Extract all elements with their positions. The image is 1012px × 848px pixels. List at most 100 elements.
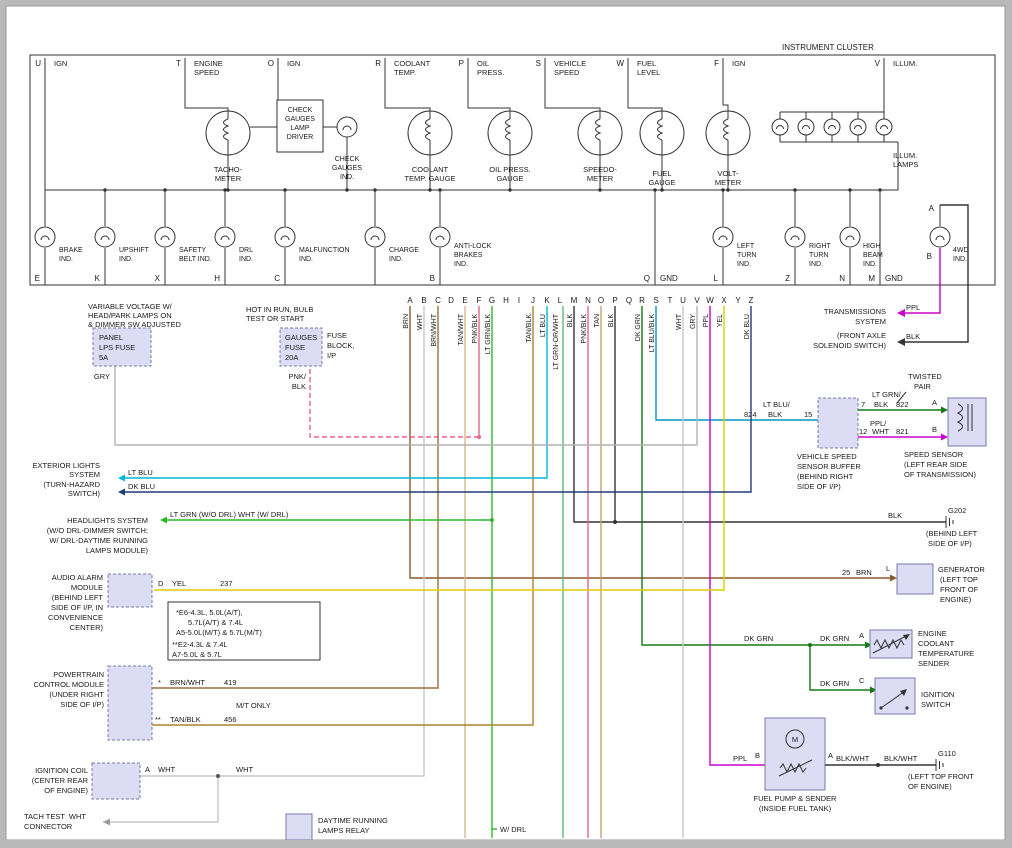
indicator-label: RIGHT [809,243,832,250]
indicator-label: CHARGE [389,247,419,254]
indicator-label: IND. [59,256,73,263]
system-label: (W/O DRL-DIMMER SWITCH; [47,526,148,535]
driver-box-label: CHECK [288,107,313,114]
connector-pin: R [639,296,645,305]
component-label: (LEFT REAR SIDE [904,460,967,469]
indicator-label: 4WD [953,247,969,254]
pin-label: SPEED [194,68,220,77]
connector-pin: I [518,296,520,305]
component-label: IGNITION [921,690,954,699]
wire-color-label: TAN/WHT [458,313,465,345]
connector-pin: L [558,296,563,305]
component-label: TEMPERATURE [918,649,974,658]
module-label: (BEHIND RIGHT [797,472,854,481]
indicator-label: BEAM [863,252,883,259]
brake-indicator-lamp [35,227,55,247]
fuse-label: PANEL [99,333,123,342]
pin-letter: B [755,751,760,760]
pin-number: 12 [859,427,867,436]
gauge-label: OIL PRESS. [489,165,530,174]
wire-label: DK GRN [820,634,849,643]
wire-color-label: PPL [703,314,710,327]
component-label: OF TRANSMISSION) [904,470,976,479]
pin-label: VEHICLE [554,59,586,68]
illumination-lamp [824,119,840,135]
component-label: SPEED SENSOR [904,450,964,459]
component-label: (INSIDE FUEL TANK) [759,804,832,813]
pin-number: 15 [804,410,812,419]
condition-label: TEST OR START [246,314,305,323]
connector-pin: S [653,296,658,305]
gauge-label: GAUGE [496,174,523,183]
gauge-label: LAMPS [893,160,918,169]
pin-letter: V [875,59,881,68]
wire-label: PPL [733,754,747,763]
fuel-gauge [640,111,684,155]
wire-color-label: BRN/WHT [431,313,438,346]
wire-color-label: PNK/BLK [581,314,588,344]
wire-label: LT BLU [128,468,153,477]
connector-label: TACH TEST [24,812,65,821]
wire-color-label: BLK [567,314,574,328]
pin-letter: X [155,274,161,283]
pin-letter: L [886,564,890,573]
indicator-label: IND. [737,261,751,268]
note-line: A7-5.0L & 5.7L [172,650,222,659]
wire-label: YEL [172,579,186,588]
pin-letter: B [927,252,932,261]
indicator-label: HIGH [863,243,881,250]
gauge-label: TACHO- [214,165,243,174]
module-label: SIDE OF I/P) [797,482,841,491]
gauge-label: TEMP. GAUGE [404,174,455,183]
ground-name: G202 [948,506,966,515]
pin-letter: F [714,59,719,68]
indicator-label: MALFUNCTION [299,247,350,254]
voltmeter-gauge [706,111,750,155]
illumination-lamp [772,119,788,135]
safety-belt-indicator-lamp [155,227,175,247]
gauge-label: COOLANT [412,165,449,174]
connector-pin: G [489,296,495,305]
component-label: ENGINE [918,629,947,638]
system-label: SOLENOID SWITCH) [813,341,886,350]
system-label: SYSTEM [855,317,886,326]
location-label: OF ENGINE) [908,782,952,791]
fuse-block-label: BLOCK, [327,341,355,350]
component-label: FUEL PUMP & SENDER [754,794,838,803]
wire-label: DK GRN [820,679,849,688]
gauge-label: CHECK [335,156,360,163]
wire-color-label: GRY [690,314,697,329]
gauge-label: ILLUM. [893,151,917,160]
wire-label: BRN [856,568,872,577]
connector-pin: E [462,296,467,305]
fuel-pump-box [765,718,825,790]
pin-letter: A [145,765,150,774]
pin-letter: L [714,274,719,283]
pin-letter: W [616,59,624,68]
wire-color-label: DK GRN [635,314,642,341]
coolant-temp-gauge [408,111,452,155]
wire-label: LT BLU/ [763,400,791,409]
wire-label: BLK [768,410,782,419]
wire-color-label: YEL [717,314,724,327]
module-label: VEHICLE SPEED [797,452,857,461]
pin-letter: U [35,59,41,68]
connector-pin: V [694,296,700,305]
connector-pin: F [477,296,482,305]
pin-letter: B [430,274,435,283]
bottom-cutoff [6,840,1005,848]
wire-label: W/ DRL [500,825,526,834]
wire-label: LT GRN (W/O DRL) WHT (W/ DRL) [170,510,289,519]
indicator-label: IND. [863,261,877,268]
connector-pin: K [544,296,550,305]
module-label: CONVENIENCE [48,613,103,622]
left-turn-indicator-lamp [713,227,733,247]
tachometer-gauge [206,111,250,155]
system-label: W/ DRL-DAYTIME RUNNING [49,536,148,545]
illumination-lamp [850,119,866,135]
wire-label: BRN/WHT [170,678,205,687]
connector-pin: M [571,296,578,305]
system-label: TRANSMISSIONS [824,307,886,316]
indicator-label: UPSHIFT [119,247,150,254]
module-label: SIDE OF I/P, IN [51,603,103,612]
